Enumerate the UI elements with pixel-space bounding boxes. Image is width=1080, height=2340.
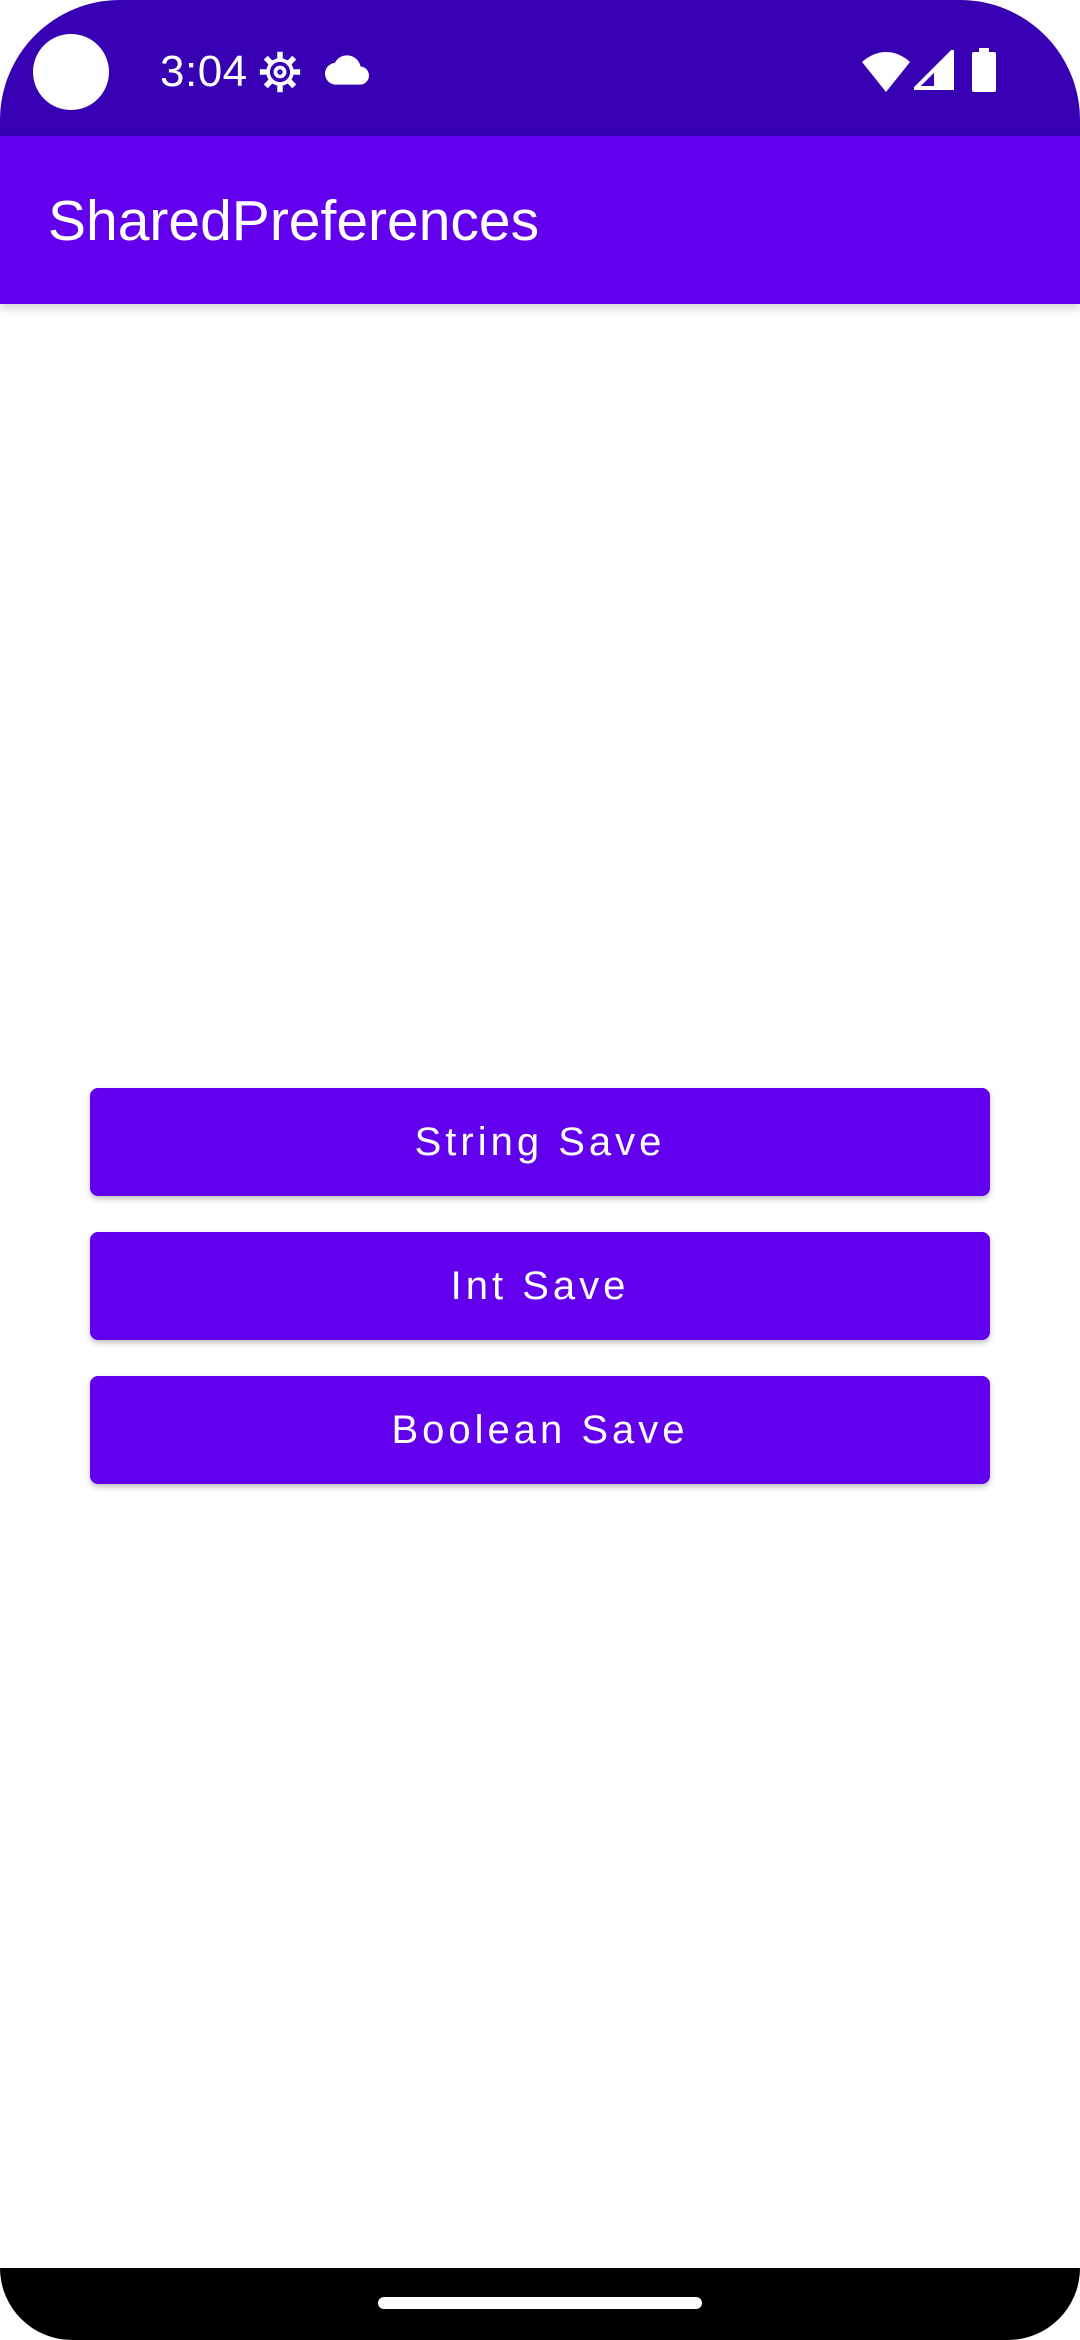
app-bar: SharedPreferences (0, 136, 1080, 304)
home-gesture-handle[interactable] (378, 2297, 702, 2309)
boolean-save-button[interactable]: Boolean Save (90, 1376, 990, 1484)
int-save-button[interactable]: Int Save (90, 1232, 990, 1340)
wifi-icon (862, 52, 910, 92)
gear-icon (259, 51, 301, 93)
string-save-button[interactable]: String Save (90, 1088, 990, 1196)
status-bar: 3:04 (0, 0, 1080, 136)
camera-cutout (33, 34, 109, 110)
app-title: SharedPreferences (48, 189, 540, 253)
battery-icon (972, 48, 996, 92)
signal-icon (914, 50, 954, 90)
status-time: 3:04 (160, 47, 248, 96)
cloud-icon (325, 55, 369, 85)
